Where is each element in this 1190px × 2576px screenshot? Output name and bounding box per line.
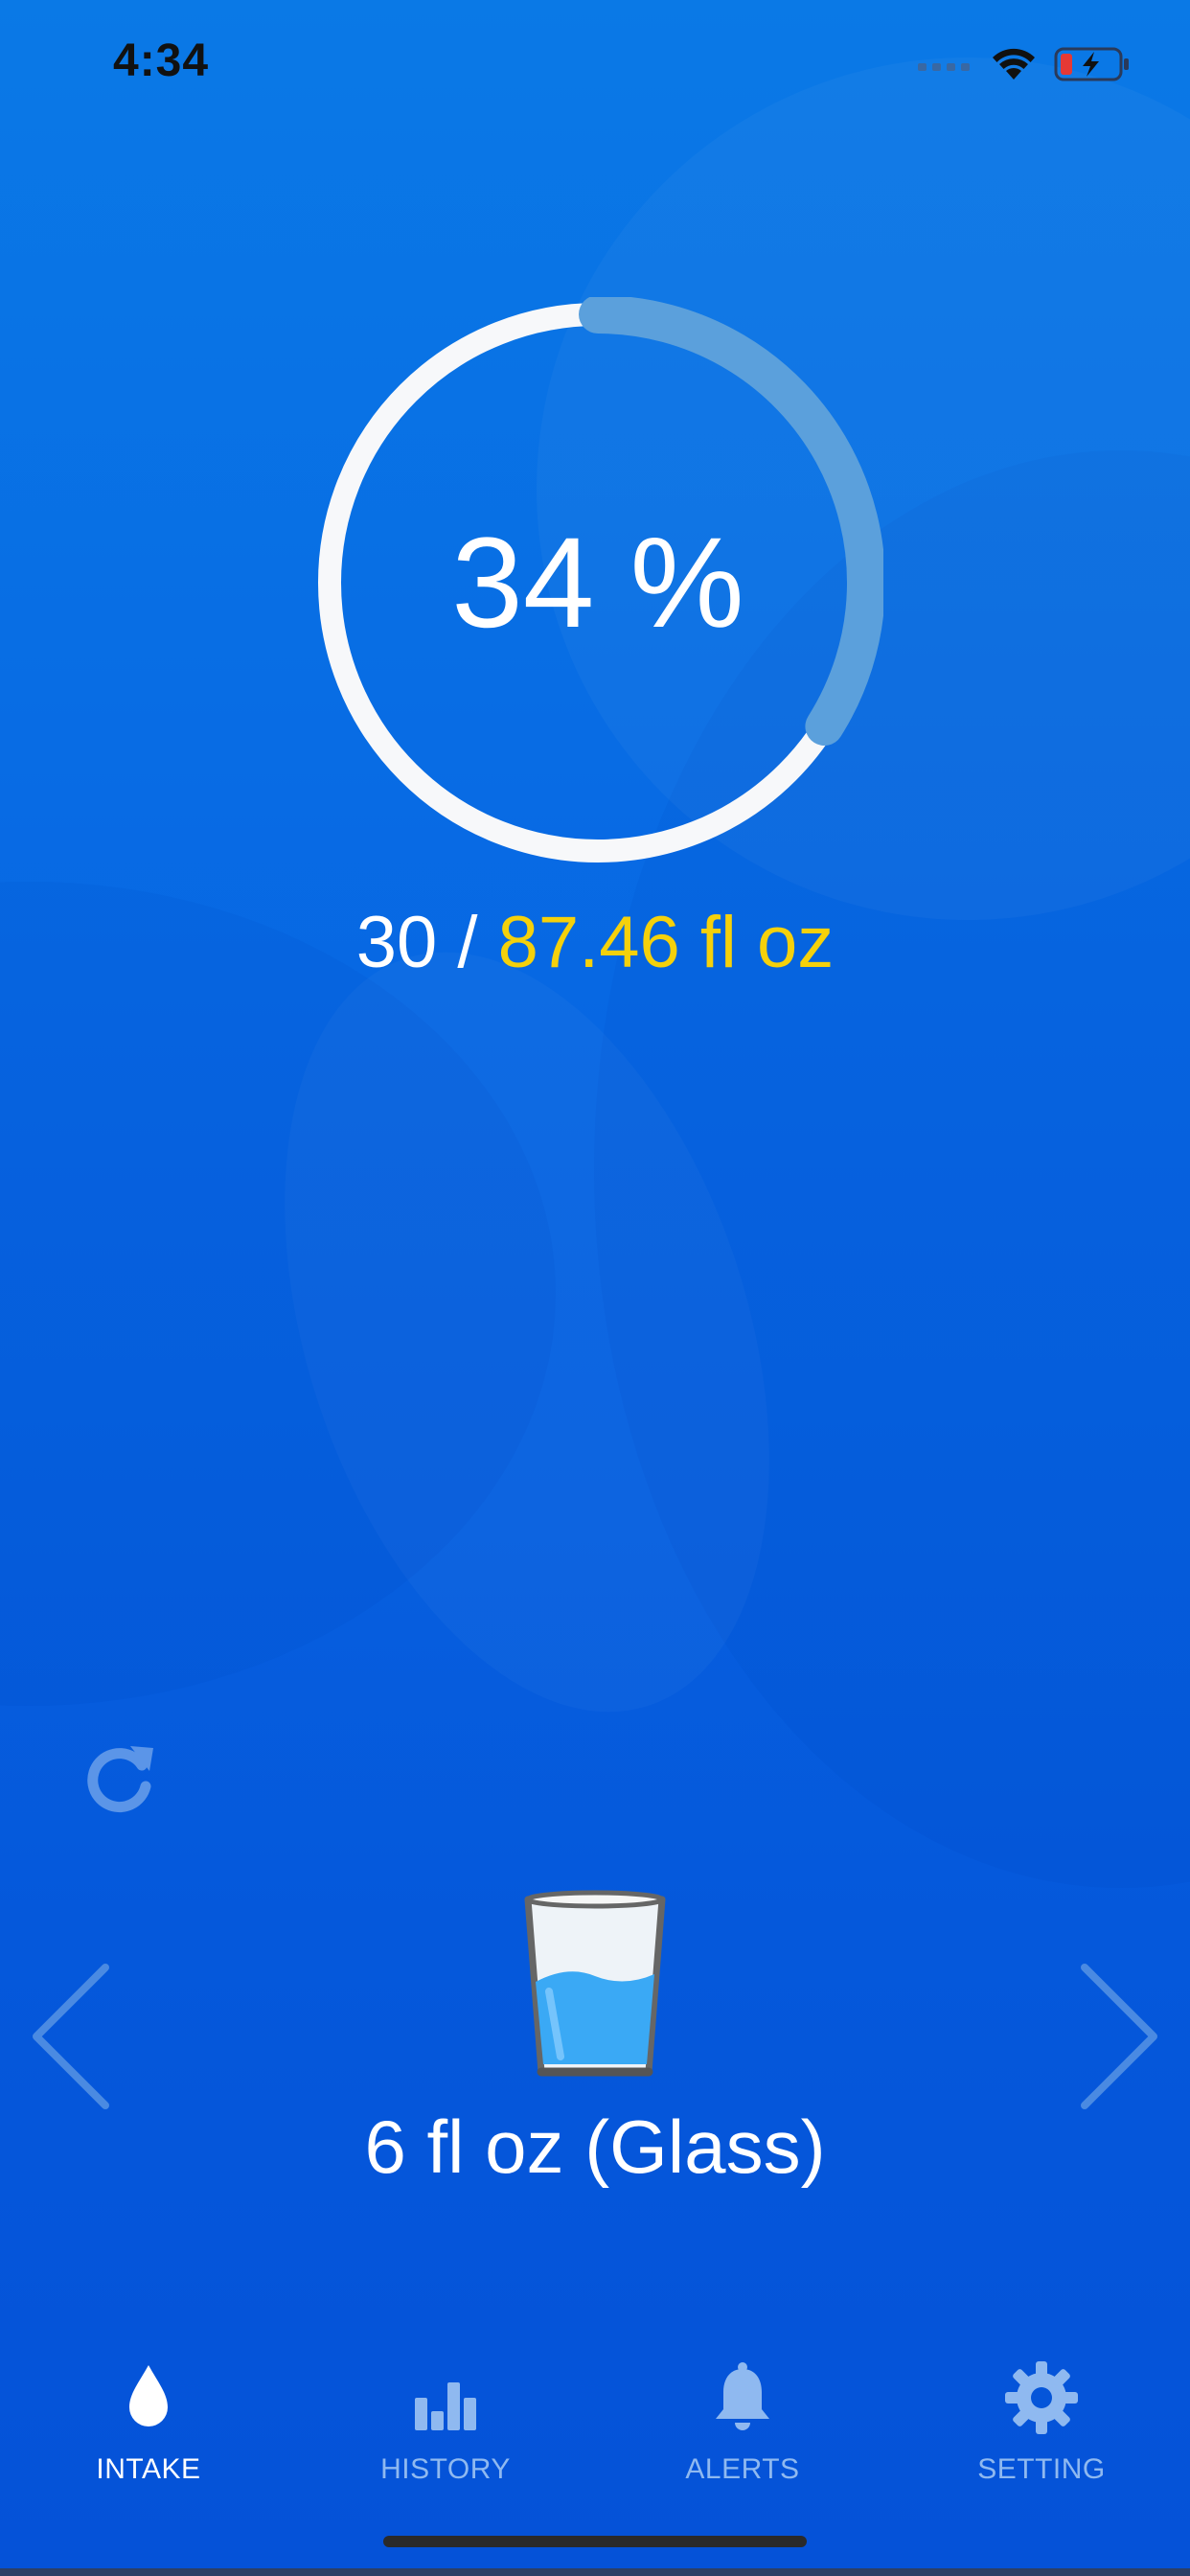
water-drop-icon xyxy=(129,2365,168,2426)
status-icons xyxy=(918,42,1131,86)
status-time: 4:34 xyxy=(113,35,210,86)
intake-consumed: 30 xyxy=(355,902,438,983)
background-blob-middle xyxy=(196,890,858,1774)
next-cup-arrow-icon[interactable] xyxy=(1075,1960,1161,2113)
cup-size-label: 6 fl oz (Glass) xyxy=(364,2104,826,2189)
intake-summary: 30 / 87.46 fl oz xyxy=(0,901,1190,984)
tab-alerts-label: ALERTS xyxy=(685,2453,800,2485)
home-indicator xyxy=(383,2536,807,2547)
battery-charging-icon xyxy=(1054,47,1129,81)
gear-icon xyxy=(1005,2361,1078,2434)
bottom-edge xyxy=(0,2568,1190,2576)
bottom-tab-bar: INTAKE HISTORY ALERTS SETTING xyxy=(0,2338,1190,2530)
tab-intake-label: INTAKE xyxy=(96,2453,201,2485)
tab-history-label: HISTORY xyxy=(380,2453,511,2485)
intake-separator: / xyxy=(437,902,498,983)
tab-setting[interactable]: SETTING xyxy=(893,2338,1190,2511)
tab-alerts[interactable]: ALERTS xyxy=(594,2338,891,2511)
refresh-icon[interactable] xyxy=(80,1736,161,1817)
previous-cup-arrow-icon[interactable] xyxy=(29,1960,115,2113)
progress-ring: 34 % xyxy=(312,295,885,868)
bell-icon xyxy=(716,2362,769,2430)
tab-intake[interactable]: INTAKE xyxy=(0,2338,297,2511)
tab-history[interactable]: HISTORY xyxy=(297,2338,594,2511)
wifi-icon xyxy=(993,48,1035,80)
glass-cup-icon[interactable] xyxy=(522,1888,668,2080)
app-screen: 4:34 34 % 30 / 87.46 fl oz 6 fl oz (Glas… xyxy=(0,0,1190,2576)
status-bar: 4:34 xyxy=(0,0,1190,134)
intake-goal: 87.46 fl oz xyxy=(497,902,835,983)
cellular-signal-icon xyxy=(918,63,970,71)
bar-chart-icon xyxy=(415,2382,476,2430)
background-blob-left xyxy=(0,882,556,1706)
tab-setting-label: SETTING xyxy=(977,2453,1106,2485)
progress-percent: 34 % xyxy=(451,511,744,655)
